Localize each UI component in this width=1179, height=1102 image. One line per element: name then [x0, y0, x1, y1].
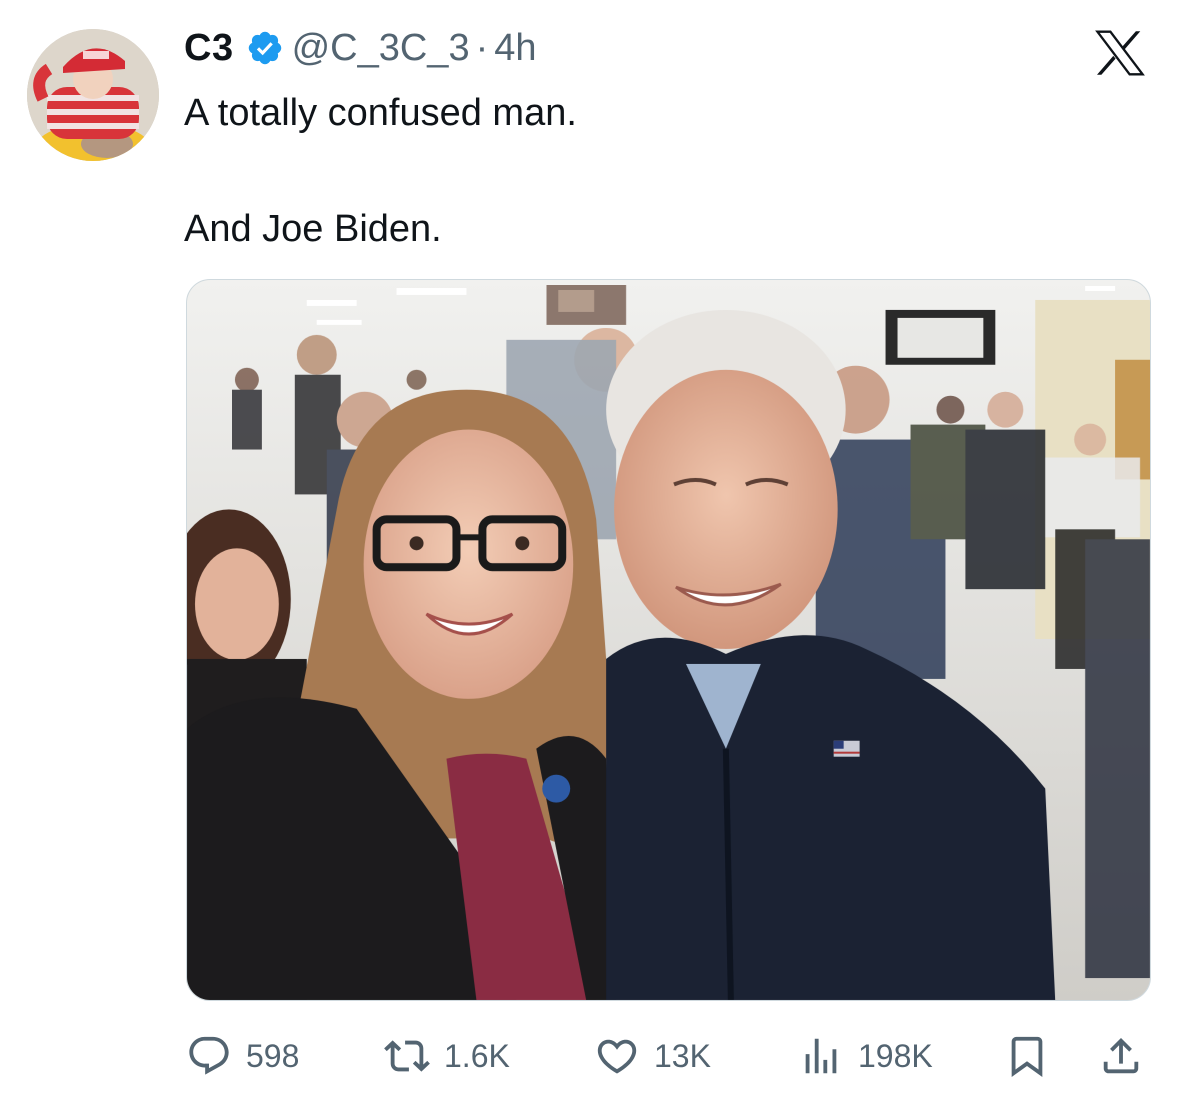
tweet-action-bar: 598 1.6K 13K 198K	[186, 1028, 1151, 1084]
repost-button[interactable]: 1.6K	[384, 1028, 510, 1084]
views-count: 198K	[858, 1037, 933, 1074]
tweet-text: A totally confused man. And Joe Biden.	[184, 92, 577, 250]
tweet-header: C3 @C_3C_3 · 4h	[184, 26, 537, 70]
timestamp[interactable]: 4h	[494, 27, 536, 70]
avatar-image	[27, 29, 159, 161]
display-name[interactable]: C3	[184, 27, 234, 70]
heart-icon	[597, 1039, 637, 1074]
separator-dot: ·	[475, 26, 489, 69]
reply-icon	[189, 1036, 229, 1075]
reply-count: 598	[246, 1037, 300, 1074]
like-button[interactable]: 13K	[594, 1028, 711, 1084]
x-logo-icon[interactable]	[1094, 30, 1146, 76]
reply-button[interactable]: 598	[186, 1028, 299, 1084]
views-chart-icon	[805, 1038, 837, 1074]
repost-icon	[384, 1040, 430, 1072]
tweet-photo[interactable]	[186, 279, 1151, 1001]
views-button[interactable]: 198K	[798, 1028, 933, 1084]
photo-image	[187, 280, 1150, 1000]
bookmark-button[interactable]	[1004, 1028, 1050, 1084]
repost-count: 1.6K	[444, 1037, 510, 1074]
share-icon	[1103, 1037, 1139, 1074]
verified-badge-icon	[248, 31, 281, 65]
bookmark-icon	[1011, 1036, 1043, 1077]
like-count: 13K	[654, 1037, 711, 1074]
share-button[interactable]	[1098, 1028, 1144, 1084]
user-handle[interactable]: @C_3C_3	[292, 27, 470, 70]
avatar[interactable]	[27, 29, 159, 161]
